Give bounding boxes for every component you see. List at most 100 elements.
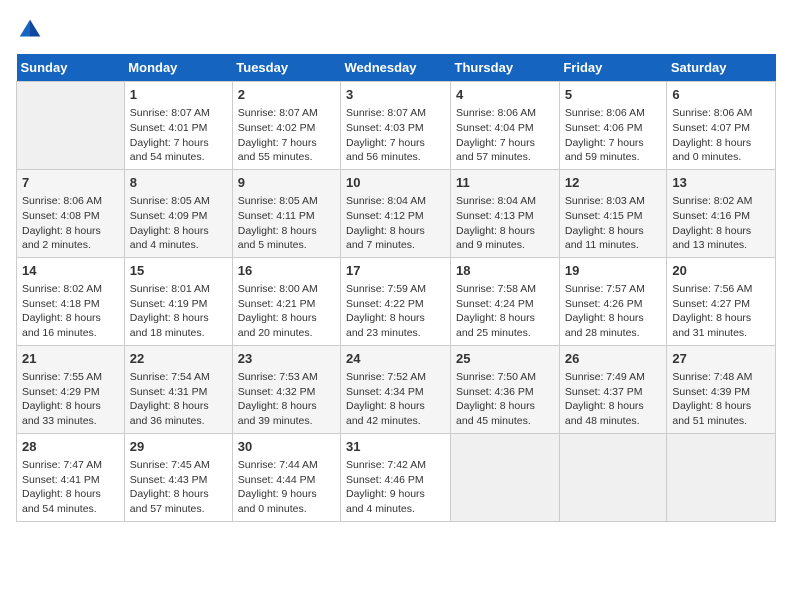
day-info: Sunrise: 7:42 AMSunset: 4:46 PMDaylight:… [346,458,445,517]
day-number: 6 [672,86,770,104]
day-number: 9 [238,174,335,192]
calendar-cell: 4 Sunrise: 8:06 AMSunset: 4:04 PMDaylight… [451,82,560,170]
calendar-cell: 7 Sunrise: 8:06 AMSunset: 4:08 PMDaylight… [17,169,125,257]
header-day: Thursday [451,54,560,82]
day-number: 4 [456,86,554,104]
day-info: Sunrise: 7:48 AMSunset: 4:39 PMDaylight:… [672,370,770,429]
day-info: Sunrise: 7:47 AMSunset: 4:41 PMDaylight:… [22,458,119,517]
calendar-cell: 16Sunrise: 8:00 AMSunset: 4:21 PMDayligh… [232,257,340,345]
day-info: Sunrise: 8:04 AMSunset: 4:13 PMDaylight:… [456,194,554,253]
header-day: Saturday [667,54,776,82]
day-info: Sunrise: 8:02 AMSunset: 4:18 PMDaylight:… [22,282,119,341]
day-info: Sunrise: 8:02 AMSunset: 4:16 PMDaylight:… [672,194,770,253]
day-info: Sunrise: 7:57 AMSunset: 4:26 PMDaylight:… [565,282,662,341]
day-info: Sunrise: 7:44 AMSunset: 4:44 PMDaylight:… [238,458,335,517]
calendar-cell: 30 Sunrise: 7:44 AMSunset: 4:44 PMDayligh… [232,433,340,521]
day-number: 10 [346,174,445,192]
day-info: Sunrise: 8:05 AMSunset: 4:09 PMDaylight:… [130,194,227,253]
calendar-cell: 27 Sunrise: 7:48 AMSunset: 4:39 PMDayligh… [667,345,776,433]
day-number: 11 [456,174,554,192]
calendar-cell: 20Sunrise: 7:56 AMSunset: 4:27 PMDayligh… [667,257,776,345]
day-number: 16 [238,262,335,280]
calendar-week-row: 1Sunrise: 8:07 AMSunset: 4:01 PMDaylight… [17,82,776,170]
calendar-cell: 10 Sunrise: 8:04 AMSunset: 4:12 PMDayligh… [341,169,451,257]
calendar-cell: 28 Sunrise: 7:47 AMSunset: 4:41 PMDayligh… [17,433,125,521]
day-number: 21 [22,350,119,368]
calendar-cell: 19 Sunrise: 7:57 AMSunset: 4:26 PMDayligh… [559,257,667,345]
day-info: Sunrise: 7:54 AMSunset: 4:31 PMDaylight:… [130,370,227,429]
logo-icon [16,16,44,44]
calendar-cell: 26 Sunrise: 7:49 AMSunset: 4:37 PMDayligh… [559,345,667,433]
page-header [16,16,776,44]
calendar-cell: 21 Sunrise: 7:55 AMSunset: 4:29 PMDayligh… [17,345,125,433]
calendar-cell: 11 Sunrise: 8:04 AMSunset: 4:13 PMDayligh… [451,169,560,257]
day-number: 1 [130,86,227,104]
calendar-header: SundayMondayTuesdayWednesdayThursdayFrid… [17,54,776,82]
day-info: Sunrise: 8:06 AMSunset: 4:04 PMDaylight:… [456,106,554,165]
day-number: 29 [130,438,227,456]
calendar-week-row: 28 Sunrise: 7:47 AMSunset: 4:41 PMDayligh… [17,433,776,521]
calendar-cell [17,82,125,170]
calendar-cell: 9 Sunrise: 8:05 AMSunset: 4:11 PMDaylight… [232,169,340,257]
day-number: 3 [346,86,445,104]
day-info: Sunrise: 8:06 AMSunset: 4:08 PMDaylight:… [22,194,119,253]
calendar-cell [667,433,776,521]
calendar-body: 1Sunrise: 8:07 AMSunset: 4:01 PMDaylight… [17,82,776,522]
calendar-cell: 2 Sunrise: 8:07 AMSunset: 4:02 PMDaylight… [232,82,340,170]
day-number: 7 [22,174,119,192]
calendar-week-row: 7 Sunrise: 8:06 AMSunset: 4:08 PMDaylight… [17,169,776,257]
calendar-cell: 15 Sunrise: 8:01 AMSunset: 4:19 PMDayligh… [124,257,232,345]
day-number: 13 [672,174,770,192]
day-info: Sunrise: 7:45 AMSunset: 4:43 PMDaylight:… [130,458,227,517]
header-day: Sunday [17,54,125,82]
day-info: Sunrise: 7:49 AMSunset: 4:37 PMDaylight:… [565,370,662,429]
day-number: 24 [346,350,445,368]
day-number: 26 [565,350,662,368]
day-info: Sunrise: 7:59 AMSunset: 4:22 PMDaylight:… [346,282,445,341]
day-info: Sunrise: 8:06 AMSunset: 4:06 PMDaylight:… [565,106,662,165]
day-number: 30 [238,438,335,456]
calendar-cell [451,433,560,521]
header-day: Monday [124,54,232,82]
day-info: Sunrise: 8:03 AMSunset: 4:15 PMDaylight:… [565,194,662,253]
day-number: 28 [22,438,119,456]
calendar-cell: 29 Sunrise: 7:45 AMSunset: 4:43 PMDayligh… [124,433,232,521]
day-info: Sunrise: 8:04 AMSunset: 4:12 PMDaylight:… [346,194,445,253]
day-number: 25 [456,350,554,368]
calendar-cell: 3Sunrise: 8:07 AMSunset: 4:03 PMDaylight… [341,82,451,170]
day-number: 15 [130,262,227,280]
calendar-cell: 5 Sunrise: 8:06 AMSunset: 4:06 PMDaylight… [559,82,667,170]
header-day: Friday [559,54,667,82]
calendar-cell: 25 Sunrise: 7:50 AMSunset: 4:36 PMDayligh… [451,345,560,433]
day-number: 2 [238,86,335,104]
day-number: 19 [565,262,662,280]
calendar-cell: 31Sunrise: 7:42 AMSunset: 4:46 PMDayligh… [341,433,451,521]
calendar-cell: 12 Sunrise: 8:03 AMSunset: 4:15 PMDayligh… [559,169,667,257]
day-number: 18 [456,262,554,280]
day-number: 22 [130,350,227,368]
day-number: 5 [565,86,662,104]
header-row: SundayMondayTuesdayWednesdayThursdayFrid… [17,54,776,82]
day-info: Sunrise: 7:50 AMSunset: 4:36 PMDaylight:… [456,370,554,429]
calendar-cell: 24 Sunrise: 7:52 AMSunset: 4:34 PMDayligh… [341,345,451,433]
day-number: 12 [565,174,662,192]
calendar-cell: 18 Sunrise: 7:58 AMSunset: 4:24 PMDayligh… [451,257,560,345]
day-info: Sunrise: 8:07 AMSunset: 4:02 PMDaylight:… [238,106,335,165]
day-info: Sunrise: 8:06 AMSunset: 4:07 PMDaylight:… [672,106,770,165]
day-info: Sunrise: 8:05 AMSunset: 4:11 PMDaylight:… [238,194,335,253]
calendar-cell: 1Sunrise: 8:07 AMSunset: 4:01 PMDaylight… [124,82,232,170]
day-info: Sunrise: 7:58 AMSunset: 4:24 PMDaylight:… [456,282,554,341]
calendar-cell: 14Sunrise: 8:02 AMSunset: 4:18 PMDayligh… [17,257,125,345]
day-number: 17 [346,262,445,280]
header-day: Wednesday [341,54,451,82]
calendar-cell: 13 Sunrise: 8:02 AMSunset: 4:16 PMDayligh… [667,169,776,257]
day-info: Sunrise: 7:55 AMSunset: 4:29 PMDaylight:… [22,370,119,429]
day-number: 27 [672,350,770,368]
day-info: Sunrise: 8:01 AMSunset: 4:19 PMDaylight:… [130,282,227,341]
logo [16,16,48,44]
calendar-cell: 23Sunrise: 7:53 AMSunset: 4:32 PMDayligh… [232,345,340,433]
day-info: Sunrise: 7:52 AMSunset: 4:34 PMDaylight:… [346,370,445,429]
day-info: Sunrise: 7:53 AMSunset: 4:32 PMDaylight:… [238,370,335,429]
calendar-table: SundayMondayTuesdayWednesdayThursdayFrid… [16,54,776,522]
calendar-cell: 6 Sunrise: 8:06 AMSunset: 4:07 PMDaylight… [667,82,776,170]
